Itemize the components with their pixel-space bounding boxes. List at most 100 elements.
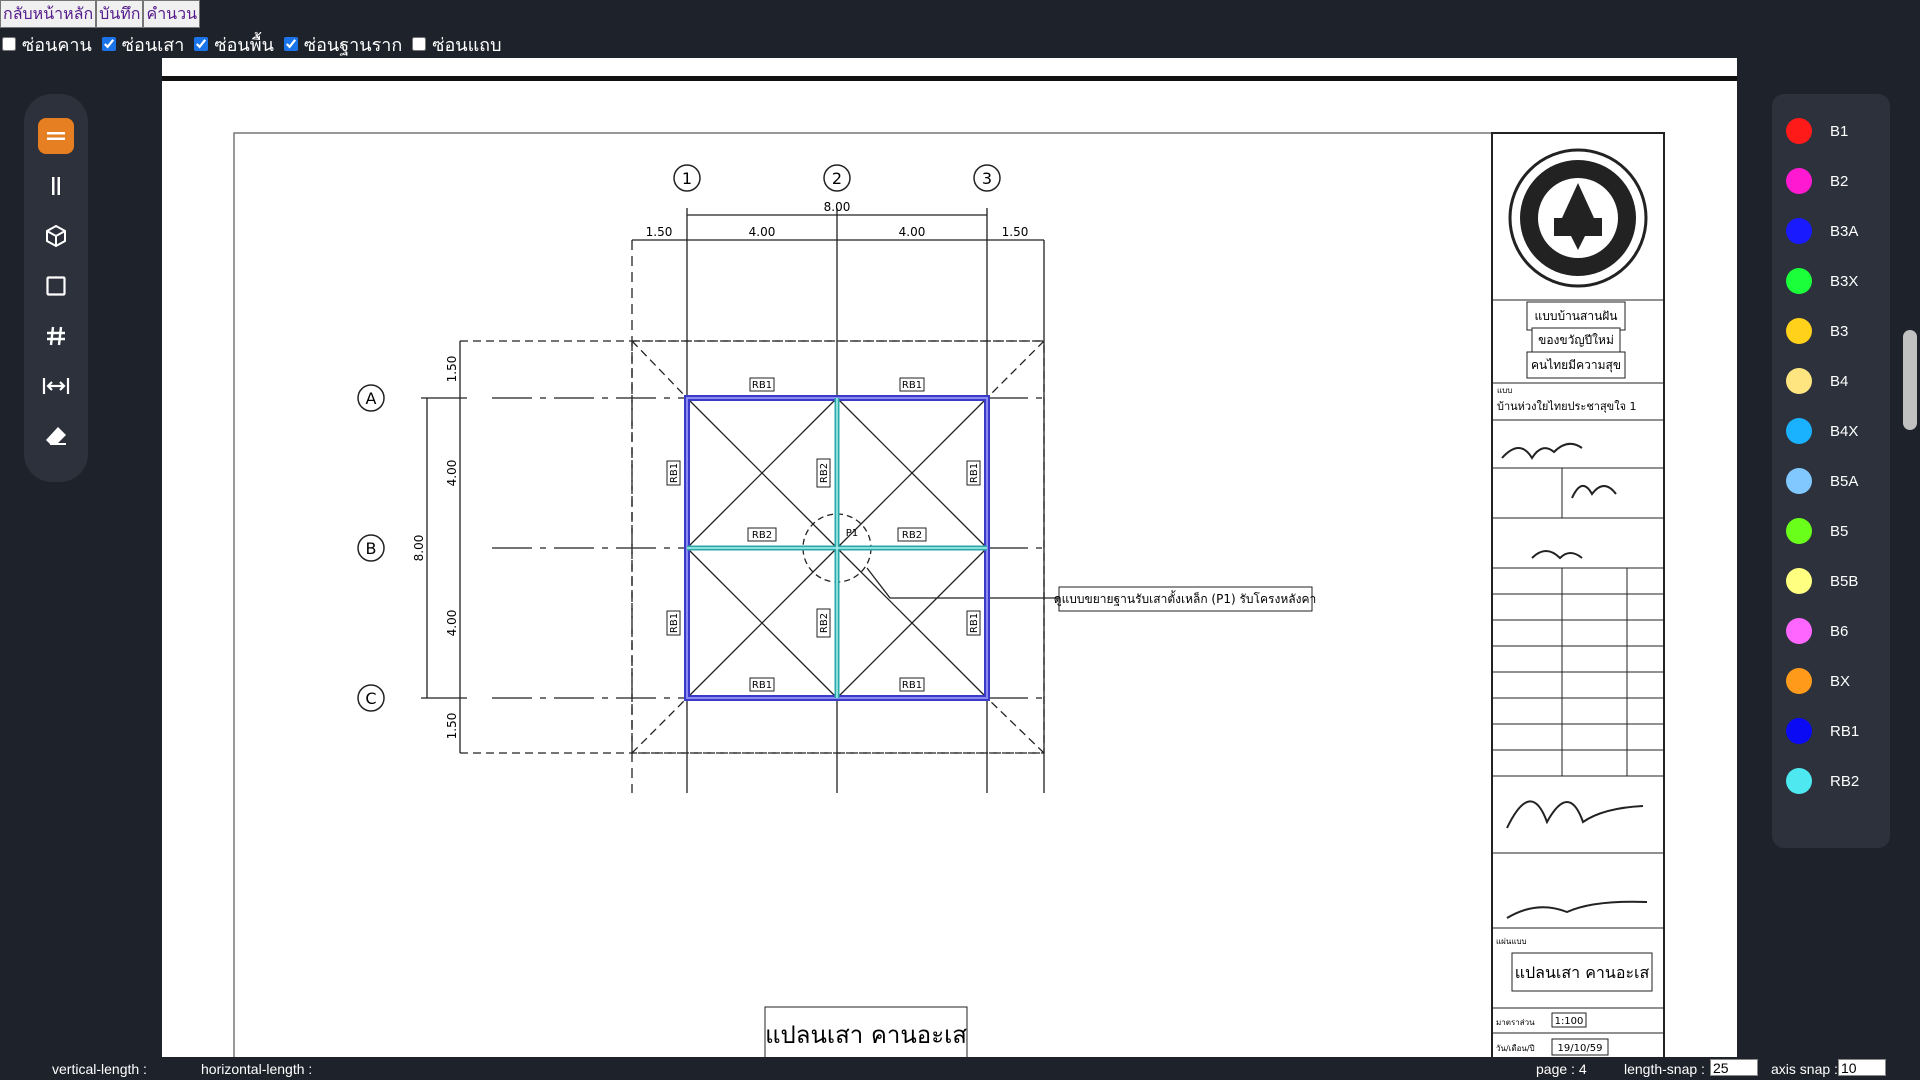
legend-label: B4X (1830, 422, 1859, 440)
legend-label: B1 (1830, 122, 1849, 140)
filter-option[interactable]: ซ่อนพื้น (192, 30, 274, 59)
sheet-label: แผ่นแบบ (1496, 937, 1527, 946)
dim-x-4: 1.50 (1002, 225, 1029, 239)
legend-item-b3a[interactable]: B3A (1786, 216, 1858, 246)
visibility-filter-bar: ซ่อนคาน ซ่อนเสา ซ่อนพื้น ซ่อนฐานราก ซ่อนแถบ (0, 30, 510, 58)
beam-tag-rb2: RB2 (819, 613, 830, 633)
legend-item-rb1[interactable]: RB1 (1786, 716, 1859, 746)
grid-bubble-B: B (366, 539, 377, 558)
vertical-length-label: vertical-length : (52, 1061, 147, 1077)
legend-item-b6[interactable]: B6 (1786, 616, 1848, 646)
legend-item-b3x[interactable]: B3X (1786, 266, 1858, 296)
project-line-2: ของขวัญปีใหม่ (1538, 333, 1614, 347)
beam-tag-rb1: RB1 (902, 680, 922, 691)
type-label: แบบ (1497, 386, 1512, 395)
scrollbar-track[interactable] (1900, 58, 1920, 1058)
legend-item-rb2[interactable]: RB2 (1786, 766, 1859, 796)
dim-y-3: 4.00 (445, 610, 459, 637)
top-button-bar: กลับหน้าหลัก บันทึก คำนวน (0, 0, 201, 28)
left-toolbar (24, 94, 88, 482)
dim-y-2: 4.00 (445, 460, 459, 487)
legend-color-swatch (1786, 768, 1812, 794)
axis-snap-input[interactable] (1838, 1059, 1886, 1076)
legend-label: BX (1830, 672, 1851, 690)
legend-item-b5a[interactable]: B5A (1786, 466, 1858, 496)
beam-tag-rb1: RB1 (669, 613, 680, 633)
filter-checkbox[interactable] (412, 37, 427, 51)
beam-tag-rb1: RB1 (969, 613, 980, 633)
filter-option[interactable]: ซ่อนฐานราก (282, 30, 402, 59)
length-snap-label: length-snap : (1624, 1061, 1705, 1077)
dim-x-1: 1.50 (646, 225, 673, 239)
dim-y-1: 1.50 (445, 356, 459, 383)
legend-label: B4 (1830, 372, 1849, 390)
legend-item-b4x[interactable]: B4X (1786, 416, 1858, 446)
filter-checkbox[interactable] (194, 37, 209, 51)
home-button[interactable]: กลับหน้าหลัก (0, 0, 97, 28)
house-name: บ้านห่วงใยไทยประชาสุขใจ 1 (1497, 400, 1637, 413)
legend-item-b3[interactable]: B3 (1786, 316, 1848, 346)
beam-tag-rb1: RB1 (752, 680, 772, 691)
sheet-border (233, 132, 1665, 1058)
legend-item-b5[interactable]: B5 (1786, 516, 1848, 546)
dim-total-x: 8.00 (824, 200, 851, 214)
legend-color-swatch (1786, 368, 1812, 394)
filter-checkbox[interactable] (2, 37, 16, 51)
project-line-1: แบบบ้านสานฝัน (1534, 309, 1617, 323)
drawing-canvas[interactable]: 1 2 3 A B C 8.00 1.50 4.00 4.00 1.50 8.0… (162, 58, 1737, 1058)
legend-item-b4[interactable]: B4 (1786, 366, 1848, 396)
beam-tag-rb1: RB1 (752, 380, 772, 391)
project-line-3: คนไทยมีความสุข (1531, 358, 1621, 373)
seal-logo (1508, 148, 1648, 288)
legend-item-b2[interactable]: B2 (1786, 166, 1848, 196)
column-tag-p1: P1 (846, 528, 858, 539)
beam-tool-icon[interactable] (38, 118, 74, 154)
calculate-button[interactable]: คำนวน (143, 0, 201, 28)
beam-type-legend: B1 B2 B3A B3X B3 B4 B4X B5A B5 B5B B6 BX RB1 RB2 (1772, 94, 1890, 848)
date-value: 19/10/59 (1558, 1043, 1603, 1054)
scale-label: มาตราส่วน (1496, 1018, 1535, 1027)
filter-label: ซ่อนคาน (22, 34, 92, 56)
slab-tool-icon[interactable] (38, 268, 74, 304)
dim-x-3: 4.00 (899, 225, 926, 239)
scale-value: 1:100 (1555, 1016, 1584, 1027)
filter-option[interactable]: ซ่อนเสา (100, 30, 184, 59)
legend-label: RB2 (1830, 772, 1860, 790)
filter-checkbox[interactable] (101, 37, 116, 51)
dim-y-4: 1.50 (445, 713, 459, 740)
legend-color-swatch (1786, 668, 1812, 694)
callout-text: ดูแบบขยายฐานรับเสาตั้งเหล็ก (P1) รับโครง… (1054, 590, 1316, 607)
grid-bubble-3: 3 (982, 169, 992, 188)
beam-tag-rb2: RB2 (752, 530, 772, 541)
length-snap-input[interactable] (1710, 1059, 1758, 1076)
legend-color-swatch (1786, 118, 1812, 144)
legend-item-b1[interactable]: B1 (1786, 116, 1848, 146)
cube-tool-icon[interactable] (38, 218, 74, 254)
legend-label: B6 (1830, 622, 1849, 640)
grid-bubble-1: 1 (682, 169, 692, 188)
legend-color-swatch (1786, 568, 1812, 594)
filter-label: ซ่อนฐานราก (303, 34, 403, 56)
grid-tool-icon[interactable] (38, 318, 74, 354)
filter-option[interactable]: ซ่อนคาน (0, 30, 92, 59)
eraser-tool-icon[interactable] (38, 418, 74, 454)
legend-item-b5b[interactable]: B5B (1786, 566, 1858, 596)
axis-snap-label: axis snap : (1771, 1061, 1838, 1077)
date-label: วัน/เดือน/ปี (1496, 1044, 1535, 1053)
legend-color-swatch (1786, 268, 1812, 294)
save-button[interactable]: บันทึก (96, 0, 144, 28)
dimension-tool-icon[interactable] (38, 368, 74, 404)
filter-option[interactable]: ซ่อนแถบ (410, 30, 502, 59)
legend-item-bx[interactable]: BX (1786, 666, 1850, 696)
legend-label: B5B (1830, 572, 1859, 590)
legend-color-swatch (1786, 418, 1812, 444)
filter-checkbox[interactable] (283, 37, 298, 51)
legend-label: B3 (1830, 322, 1849, 340)
grid-bubble-C: C (365, 689, 376, 708)
column-tool-icon[interactable] (38, 168, 74, 204)
grid-bubble-2: 2 (832, 169, 842, 188)
floor-plan-drawing: 1 2 3 A B C 8.00 1.50 4.00 4.00 1.50 8.0… (233, 132, 1665, 1058)
legend-label: B2 (1830, 172, 1849, 190)
page-indicator: page : 4 (1536, 1061, 1587, 1077)
scrollbar-thumb[interactable] (1903, 330, 1917, 430)
